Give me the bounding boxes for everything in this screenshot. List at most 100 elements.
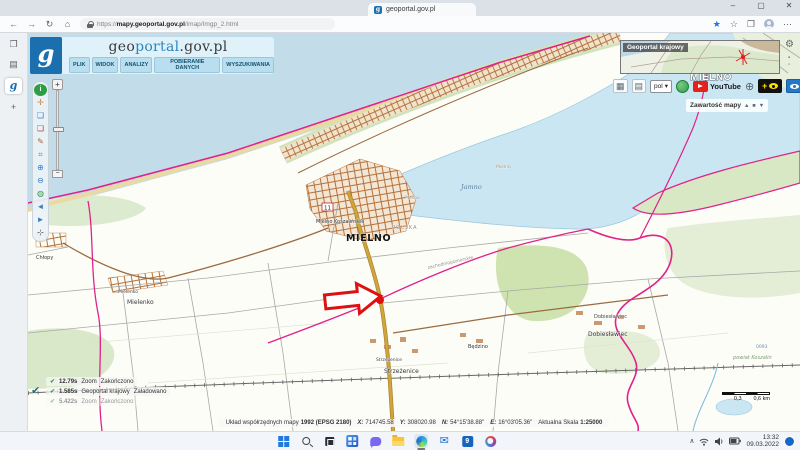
map-label-strzezenice2: Strzeżenice	[384, 368, 419, 375]
tab-favicon-icon: g	[374, 6, 382, 14]
print-button[interactable]: ▤	[632, 79, 647, 93]
calendar-icon: 9	[462, 436, 473, 447]
status-toasts: ✔ 12.79s Zoom Zakończono ✔ 1.585s Geopor…	[46, 377, 286, 407]
window-close-button[interactable]: ✕	[782, 1, 796, 10]
chat-button[interactable]	[368, 434, 382, 448]
draw-tool-icon[interactable]: ✎	[34, 136, 47, 148]
clear-selection-tool-icon[interactable]: ❏	[34, 123, 47, 135]
mail-icon: ✉	[440, 436, 449, 447]
widgets-button[interactable]	[345, 434, 359, 448]
map-label-dobieslawiec1: Dobiesławiec	[594, 314, 627, 320]
task-view-button[interactable]	[322, 434, 336, 448]
volume-icon[interactable]	[714, 437, 724, 446]
notification-badge[interactable]	[784, 436, 795, 447]
zoom-minus-button[interactable]: −	[52, 170, 63, 178]
overview-collapse-icons[interactable]: ▪▫	[788, 55, 790, 69]
address-bar[interactable]: https://mapy.geoportal.gov.pl/imap/Imgp_…	[80, 18, 335, 30]
full-extent-icon[interactable]: ◍	[34, 188, 47, 200]
home-button[interactable]: ⌂	[62, 19, 73, 29]
youtube-button[interactable]: YouTube	[693, 81, 741, 92]
status-check-icon: ✔	[31, 384, 40, 397]
panel-expand-icon[interactable]: ▲	[744, 103, 749, 109]
eye-icon	[790, 84, 799, 89]
edge-browser-button[interactable]	[414, 434, 428, 448]
map-label-parcel: 0093	[756, 344, 768, 350]
measure-tool-icon[interactable]: ⌗	[34, 149, 47, 161]
map-contents-panel[interactable]: Zawartość mapy ▲ ■ ▼	[686, 99, 768, 112]
accessibility-eye-button[interactable]	[786, 79, 800, 93]
globe-button[interactable]	[676, 80, 689, 93]
map-label-strzezenice1: Strzeżenice	[376, 357, 402, 363]
contrast-eye-icon	[769, 83, 778, 89]
browser-toolbar: ← → ↻ ⌂ https://mapy.geoportal.gov.pl/im…	[0, 16, 800, 33]
sidebar-add-icon[interactable]: +	[6, 101, 22, 114]
check-icon: ✔	[50, 398, 55, 405]
language-select[interactable]: pol▾	[650, 80, 672, 93]
folder-icon	[392, 437, 404, 446]
zoom-plus-button[interactable]: +	[52, 79, 63, 90]
taskbar: ✉ 9 ∧ 13:32 09.03.2022	[0, 431, 800, 450]
calendar-button[interactable]: 9	[460, 434, 474, 448]
layers-grid-button[interactable]: ▦	[613, 79, 628, 93]
menu-wyszukiwania[interactable]: WYSZUKIWANIA	[222, 57, 274, 73]
identify-tool-icon[interactable]: i	[34, 84, 47, 96]
battery-icon[interactable]	[729, 437, 741, 445]
window-minimize-button[interactable]: –	[726, 1, 740, 10]
menu-pobieranie-danych[interactable]: POBIERANIE DANYCH	[154, 57, 220, 73]
panel-collapse-icon[interactable]: ▼	[759, 103, 764, 109]
scale-bar-segments	[722, 392, 770, 395]
mail-button[interactable]: ✉	[437, 434, 451, 448]
task-view-icon	[325, 437, 334, 446]
overview-map[interactable]: Geoportal krajowy	[620, 40, 780, 74]
map-road-shield: 11	[322, 203, 333, 212]
search-button[interactable]	[299, 434, 313, 448]
map-label-mielno-w2: Mielno	[496, 164, 511, 170]
favorites-star-icon[interactable]: ☆	[730, 19, 738, 30]
crosshair-tool-icon[interactable]: ⊹	[34, 227, 47, 239]
pan-tool-icon[interactable]: ✛	[34, 97, 47, 109]
profile-avatar[interactable]	[764, 19, 774, 29]
map-label-powiat: powiat Koszalin	[732, 355, 772, 361]
refresh-button[interactable]: ↻	[44, 19, 55, 30]
system-tray: ∧ 13:32 09.03.2022	[689, 432, 795, 450]
chevron-down-icon: ▾	[665, 82, 668, 90]
sidebar-geoportal-icon[interactable]: g	[5, 78, 22, 94]
check-icon: ✔	[50, 388, 55, 395]
forward-button[interactable]: →	[26, 19, 37, 29]
browser-tab[interactable]: g geoportal.gov.pl	[368, 3, 476, 16]
window-maximize-button[interactable]: ▢	[754, 1, 768, 10]
zoom-in-tool-icon[interactable]: ⊕	[34, 162, 47, 174]
zoom-slider-track[interactable]	[56, 90, 59, 170]
favorite-added-icon[interactable]: ★	[713, 19, 721, 30]
search-icon	[302, 437, 310, 445]
previous-view-icon[interactable]: ◄	[34, 201, 47, 213]
menu-plik[interactable]: PLIK	[69, 57, 90, 73]
sidebar-panel-icon[interactable]: ❐	[6, 38, 22, 51]
clock-time: 13:32	[746, 434, 779, 441]
coordinates-globe-icon[interactable]: ⊕	[745, 80, 754, 93]
edge-icon	[416, 436, 427, 447]
map-label-mielenko1: Mielenko	[118, 289, 138, 295]
sidebar-notes-icon[interactable]: ▤	[6, 58, 22, 71]
ring-app-button[interactable]	[483, 434, 497, 448]
file-explorer-button[interactable]	[391, 434, 405, 448]
back-button[interactable]: ←	[8, 19, 19, 29]
start-button[interactable]	[276, 434, 290, 448]
high-contrast-button[interactable]: +	[758, 79, 782, 93]
panel-window-icon[interactable]: ■	[752, 103, 755, 109]
tray-chevron-icon[interactable]: ∧	[689, 437, 694, 445]
geoportal-logo[interactable]: g	[30, 37, 62, 74]
zoom-out-tool-icon[interactable]: ⊖	[34, 175, 47, 187]
settings-gear-icon[interactable]: ⚙	[785, 39, 794, 50]
zoom-slider-handle[interactable]	[53, 127, 64, 132]
widgets-icon	[346, 435, 358, 447]
map-label-mielno-station: Mielno Koszalińskie	[316, 218, 364, 225]
select-rect-tool-icon[interactable]: ❏	[34, 110, 47, 122]
collections-icon[interactable]: ❐	[747, 19, 755, 30]
taskbar-clock[interactable]: 13:32 09.03.2022	[746, 434, 779, 449]
menu-widok[interactable]: WIDOK	[92, 57, 119, 73]
menu-ellipsis-icon[interactable]: ⋯	[783, 19, 792, 30]
wifi-icon[interactable]	[699, 437, 709, 446]
next-view-icon[interactable]: ►	[34, 214, 47, 226]
menu-analizy[interactable]: ANALIZY	[120, 57, 152, 73]
